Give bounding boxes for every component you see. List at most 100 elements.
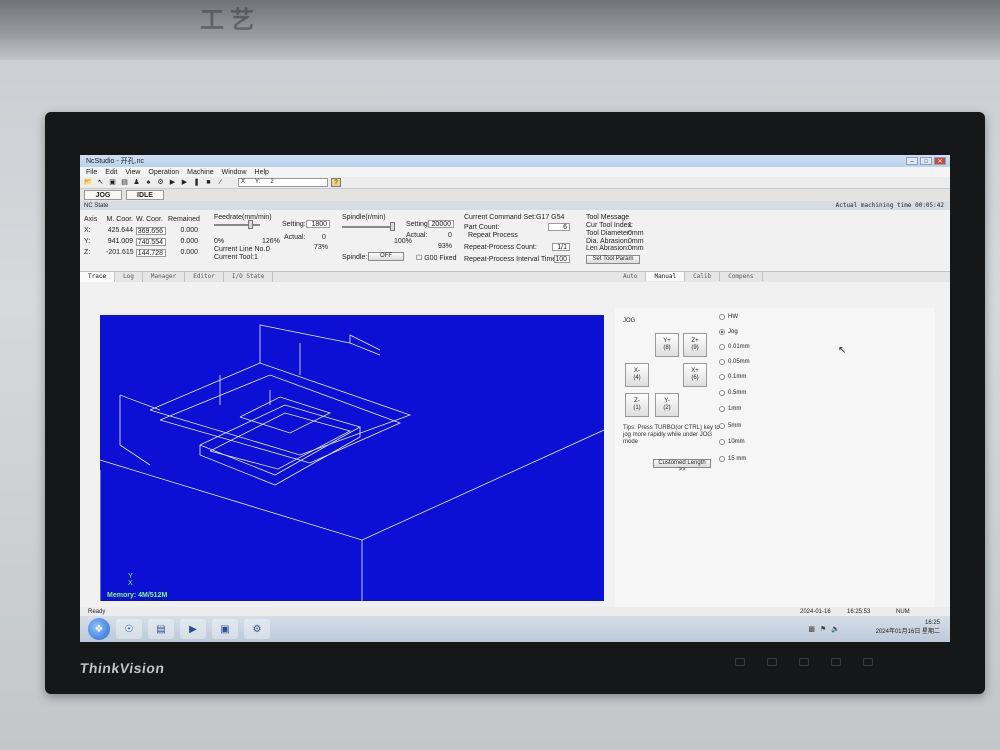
tab-manager[interactable]: Manager — [143, 272, 186, 282]
network-icon[interactable]: ▩ — [808, 625, 815, 633]
taskbar: ❖ ☉ ▤ ▶ ▣ ⚙ ▩ ⚑ 🔈 16:25 2024年01月16日 星期二 — [80, 616, 950, 642]
axis-row-x: X: 425.644 369.656 0.000 — [84, 225, 198, 236]
radio-hw[interactable]: HW — [719, 314, 738, 320]
step-icon[interactable]: ▶ — [168, 178, 177, 187]
tab-editor[interactable]: Editor — [185, 272, 224, 282]
close-button[interactable]: ✕ — [934, 157, 946, 165]
right-tabs: Auto Manual Calib Compens — [615, 272, 763, 281]
feed-actual-value: 0 — [322, 234, 326, 241]
radio-0-05mm[interactable]: 0.05mm — [719, 359, 750, 365]
menu-edit[interactable]: Edit — [105, 169, 117, 176]
system-tray: ▩ ⚑ 🔈 — [808, 625, 840, 633]
coord-z-label: 2 — [270, 179, 274, 185]
radio-jog[interactable]: Jog — [719, 329, 738, 335]
menu-help[interactable]: Help — [255, 169, 269, 176]
help-button[interactable]: ? — [331, 178, 341, 187]
spindle-setting-field[interactable]: 20000 — [428, 220, 454, 228]
tab-calib[interactable]: Calib — [685, 272, 721, 281]
radio-0-5mm[interactable]: 0.5mm — [719, 390, 746, 396]
monitor-button[interactable] — [831, 658, 841, 666]
menu-operation[interactable]: Operation — [148, 169, 179, 176]
maximize-button[interactable]: □ — [920, 157, 932, 165]
jog-y-plus-button[interactable]: Y+ (8) — [655, 333, 679, 357]
operator-icon[interactable]: ♟ — [132, 178, 141, 187]
feedrate-slider-track[interactable] — [214, 224, 260, 226]
cabinet-label: 工艺 — [200, 6, 260, 34]
coordinate-input[interactable]: X Y: 2 — [238, 178, 328, 187]
menu-machine[interactable]: Machine — [187, 169, 213, 176]
radio-dot — [719, 390, 725, 396]
interval-field[interactable]: 100 — [554, 255, 570, 263]
flag-icon[interactable]: ⚑ — [820, 625, 826, 633]
speaker-icon[interactable]: 🔈 — [831, 625, 840, 633]
work-coord-field[interactable]: 369.656 — [136, 226, 166, 235]
jog-x-plus-button[interactable]: X+ (6) — [683, 363, 707, 387]
skip-icon[interactable]: ∕ — [216, 178, 225, 187]
start-icon[interactable]: ▶ — [180, 178, 189, 187]
machine-coord: 425.644 — [107, 227, 133, 234]
radio-label: 1mm — [728, 406, 742, 412]
customed-length-button[interactable]: Customed Length >> — [653, 459, 711, 473]
toolbar: 📂 ↖ ▣ ▤ ♟ ♠ ⚙ ▶ ▶ ❚ ■ ∕ X Y: 2 ? — [80, 177, 950, 189]
tool-icon[interactable]: ♠ — [144, 178, 153, 187]
g00-fixed-checkbox[interactable]: ☐ G00 Fixed — [416, 254, 457, 262]
tab-log[interactable]: Log — [115, 272, 143, 282]
tab-compens[interactable]: Compens — [720, 272, 763, 281]
radio-1mm[interactable]: 1mm — [719, 406, 741, 412]
toolpath-view[interactable]: Y X Memory: 4M/512M — [100, 315, 604, 601]
remained-value: 0.000 — [180, 238, 198, 245]
part-count-field[interactable]: 6 — [548, 223, 570, 231]
dia-abrasion-label: Dia. Abrasion: — [586, 238, 630, 245]
jog-z-minus-button[interactable]: Z- (1) — [625, 393, 649, 417]
monitor-button[interactable] — [767, 658, 777, 666]
feedrate-slider-thumb[interactable] — [248, 220, 253, 229]
part-count-label: Part Count: — [464, 224, 500, 231]
view-icon[interactable]: ▤ — [120, 178, 129, 187]
window-app-icon[interactable]: ▣ — [212, 619, 238, 639]
minimize-button[interactable]: – — [906, 157, 918, 165]
spindle-icon[interactable]: ⚙ — [156, 178, 165, 187]
menu-view[interactable]: View — [125, 169, 140, 176]
start-button-icon[interactable]: ❖ — [88, 618, 110, 640]
set-tool-param-button[interactable]: Set Tool Param — [586, 255, 640, 264]
spindle-off-button[interactable]: OFF — [368, 252, 404, 261]
monitor-button[interactable] — [799, 658, 809, 666]
menu-file[interactable]: File — [86, 169, 97, 176]
work-coord-field[interactable]: 740.554 — [136, 237, 166, 246]
radio-0-01mm[interactable]: 0.01mm — [719, 344, 750, 350]
pause-icon[interactable]: ❚ — [192, 178, 201, 187]
spindle-slider-thumb[interactable] — [390, 222, 395, 231]
open-icon[interactable]: 📂 — [84, 178, 93, 187]
jog-z-plus-button[interactable]: Z+ (9) — [683, 333, 707, 357]
tab-auto[interactable]: Auto — [615, 272, 647, 281]
toolpath-wireframe — [100, 324, 604, 601]
spindle-slider-track[interactable] — [342, 226, 392, 228]
radio-label: 0.05mm — [728, 359, 750, 365]
tab-manual[interactable]: Manual — [646, 272, 686, 281]
taskbar-clock[interactable]: 16:25 2024年01月16日 星期二 — [876, 619, 940, 637]
stop-icon[interactable]: ■ — [204, 178, 213, 187]
menu-window[interactable]: Window — [222, 169, 247, 176]
window-icon[interactable]: ▣ — [108, 178, 117, 187]
jog-y-minus-button[interactable]: Y- (2) — [655, 393, 679, 417]
spindle-label: Spindle(r/min) — [342, 214, 386, 221]
dia-abrasion-value: 0mm — [628, 238, 644, 245]
select-icon[interactable]: ↖ — [96, 178, 105, 187]
tabs-row: Trace Log Manager Editor I/O State Auto … — [80, 272, 950, 282]
radio-0-1mm[interactable]: 0.1mm — [719, 374, 746, 380]
status-date: 2024-01-16 — [800, 608, 831, 615]
monitor-power-button[interactable] — [863, 658, 873, 666]
monitor-button[interactable] — [735, 658, 745, 666]
radio-15mm[interactable]: 15 mm — [719, 456, 746, 462]
media-player-icon[interactable]: ▶ — [180, 619, 206, 639]
repeat-count-field[interactable]: 1/1 — [552, 243, 570, 251]
feed-setting-field[interactable]: 1800 — [306, 220, 330, 228]
tab-trace[interactable]: Trace — [80, 272, 116, 282]
ncstudio-taskbar-icon[interactable]: ⚙ — [244, 619, 270, 639]
work-coord-field[interactable]: 144.728 — [136, 248, 166, 257]
browser-icon[interactable]: ☉ — [116, 619, 142, 639]
folder-icon[interactable]: ▤ — [148, 619, 174, 639]
tab-io-state[interactable]: I/O State — [224, 272, 274, 282]
jog-x-minus-button[interactable]: X- (4) — [625, 363, 649, 387]
status-num: NUM — [896, 608, 910, 615]
